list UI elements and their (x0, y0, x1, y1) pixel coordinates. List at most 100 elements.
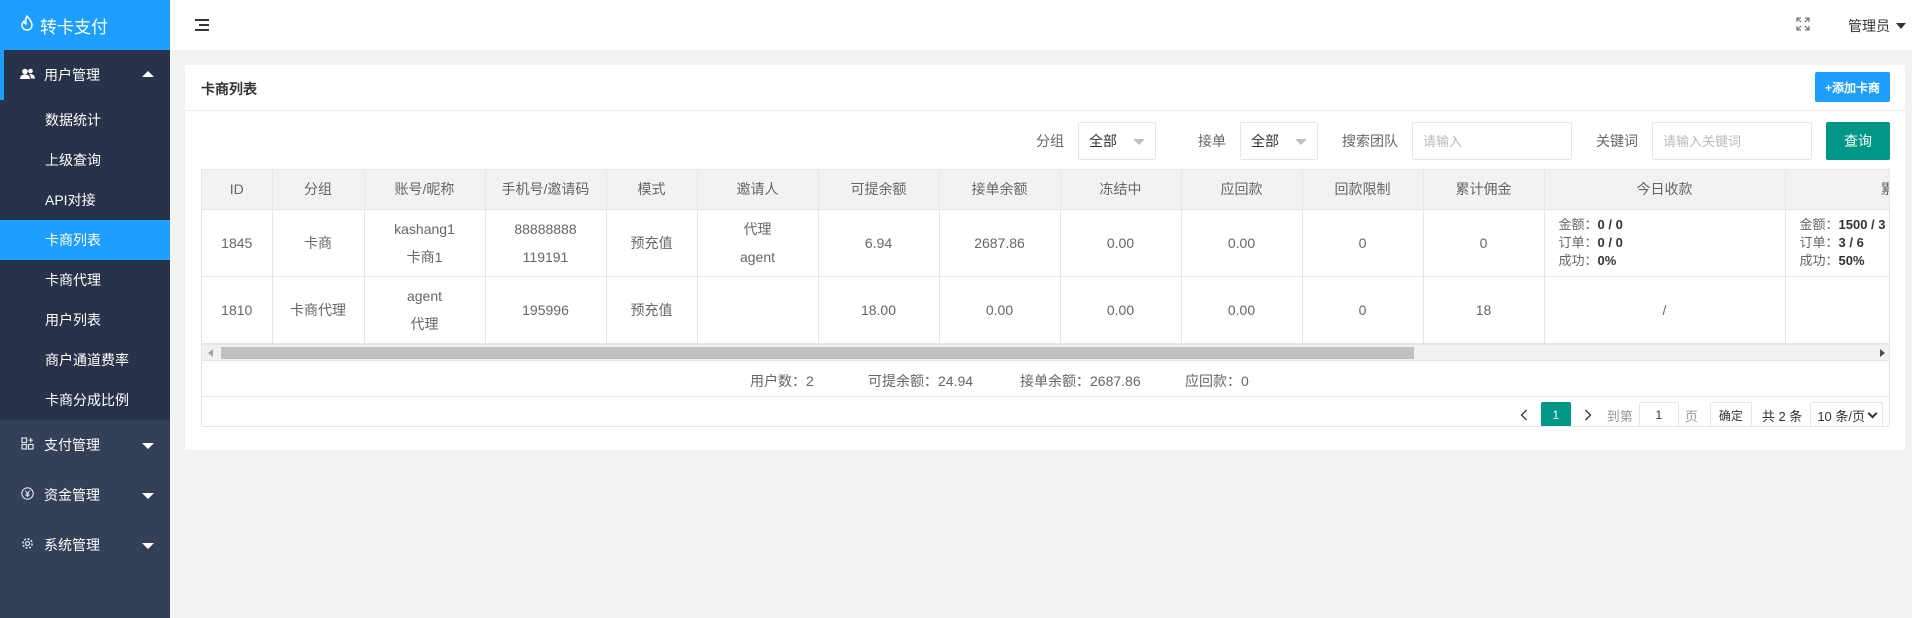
goto-label: 到第 (1606, 408, 1633, 424)
cell-today-collection: 金额：0 / 0 订单：0 / 0 成功：0% (1544, 209, 1786, 277)
stat-label: 金额： (1799, 216, 1839, 232)
menu-payment-management[interactable]: 支付管理 (0, 420, 170, 470)
data-table: ID 分组 账号/昵称 手机号/邀请码 模式 邀请人 可提余额 接单余额 冻结中… (201, 169, 1890, 427)
chevron-down-icon (1867, 408, 1878, 418)
page-size-value: 10 条/页 (1817, 408, 1865, 424)
group-filter-label: 分组 (1036, 133, 1064, 149)
divider (185, 110, 1905, 111)
inviter-sub: agent (739, 248, 776, 265)
col-header: 冻结中 (1060, 170, 1182, 210)
col-header: 回款限制 (1302, 170, 1424, 210)
stat-amount: 0 / 0 (1597, 216, 1623, 232)
stat-success: 0% (1597, 252, 1617, 268)
menu-label: 系统管理 (44, 537, 100, 553)
logo[interactable]: 转卡支付 (0, 0, 170, 50)
col-header: 账号/昵称 (364, 170, 486, 210)
invite-code: 119191 (522, 248, 569, 265)
keyword-input[interactable] (1652, 122, 1812, 160)
order-filter-label: 接单 (1198, 133, 1226, 149)
sidebar-item-card-merchant-list[interactable]: 卡商列表 (0, 220, 170, 260)
goto-confirm-button[interactable]: 确定 (1709, 402, 1752, 426)
scroll-left-icon[interactable] (208, 349, 213, 357)
total-count: 共 2 条 (1761, 408, 1803, 424)
group-select[interactable]: 全部 (1078, 122, 1156, 160)
pagination: 1 到第 页 确定 共 2 条 10 条/页 (1511, 402, 1889, 426)
menu-toggle-icon[interactable] (195, 18, 211, 32)
sidebar-item-share-ratio[interactable]: 卡商分成比例 (0, 380, 170, 420)
summary-order-balance: 接单余额：2687.86 (1020, 373, 1141, 389)
page-title: 卡商列表 (201, 81, 257, 97)
cell-withdrawable: 6.94 (818, 209, 940, 277)
col-header: 可提余额 (818, 170, 940, 210)
inviter: 代理 (743, 220, 772, 237)
cell-order-balance: 0.00 (939, 276, 1061, 344)
scroll-right-icon[interactable] (1880, 349, 1885, 357)
cell-inviter (697, 276, 819, 344)
caret-up-icon (142, 71, 154, 77)
menu-label: 支付管理 (44, 437, 100, 453)
keyword-filter-label: 关键词 (1596, 133, 1638, 149)
stat-label: 成功： (1558, 252, 1598, 268)
cell-receivable: 0.00 (1181, 276, 1303, 344)
team-filter-label: 搜索团队 (1342, 133, 1398, 149)
summary-receivable: 应回款：0 (1185, 373, 1249, 389)
account: agent (406, 287, 443, 304)
next-page-icon[interactable] (1575, 402, 1601, 426)
summary-withdrawable: 可提余额：24.94 (868, 373, 974, 389)
sidebar-item-data-stats[interactable]: 数据统计 (0, 100, 170, 140)
team-search-input[interactable] (1412, 122, 1572, 160)
table-summary: 用户数：2 可提余额：24.94 接单余额：2687.86 应回款：0 (202, 361, 1889, 397)
col-header: 累 (1785, 170, 1889, 210)
page-unit-label: 页 (1684, 408, 1698, 424)
cell-inviter: 代理 agent (697, 209, 819, 277)
prev-page-icon[interactable] (1511, 402, 1537, 426)
stat-label: 金额： (1558, 216, 1598, 232)
dropdown-arrow-icon (1896, 23, 1906, 29)
cell-total-collection: 金额：1500 / 3 订单：3 / 6 成功：50% (1785, 209, 1889, 277)
phone: 88888888 (514, 220, 577, 237)
username: 管理员 (1848, 18, 1890, 34)
submenu-user-management: 数据统计 上级查询 API对接 卡商列表 卡商代理 用户列表 商户通道费率 卡商… (0, 100, 170, 420)
table-scroll-area: ID 分组 账号/昵称 手机号/邀请码 模式 邀请人 可提余额 接单余额 冻结中… (202, 170, 1889, 344)
sidebar-item-channel-rate[interactable]: 商户通道费率 (0, 340, 170, 380)
query-button[interactable]: 查询 (1826, 122, 1890, 160)
sidebar-item-user-list[interactable]: 用户列表 (0, 300, 170, 340)
cell-order-balance: 2687.86 (939, 209, 1061, 277)
col-header: 今日收款 (1544, 170, 1786, 210)
horizontal-scrollbar[interactable] (202, 344, 1889, 361)
user-menu[interactable]: 管理员 (1848, 16, 1906, 36)
page-size-select[interactable]: 10 条/页 (1810, 402, 1883, 426)
app-title: 转卡支付 (40, 17, 108, 37)
caret-down-icon (142, 493, 154, 499)
sidebar-item-api[interactable]: API对接 (0, 180, 170, 220)
col-header: 累计佣金 (1423, 170, 1545, 210)
cell-limit: 0 (1302, 209, 1424, 277)
order-select[interactable]: 全部 (1240, 122, 1318, 160)
caret-down-icon (142, 443, 154, 449)
scrollbar-thumb[interactable] (221, 347, 1414, 359)
menu-system-management[interactable]: 系统管理 (0, 520, 170, 570)
current-page[interactable]: 1 (1540, 402, 1571, 426)
filter-bar: 分组 全部 接单 全部 搜索团队 关键词 查询 (1036, 122, 1890, 160)
menu-label: 用户管理 (44, 67, 100, 83)
stat-orders: 0 / 0 (1597, 234, 1623, 250)
add-card-merchant-button[interactable]: +添加卡商 (1814, 72, 1890, 102)
select-arrow-icon (1133, 139, 1145, 145)
sidebar: 转卡支付 用户管理 数据统计 上级查询 API对接 卡商列表 卡商代理 用户列表… (0, 0, 170, 618)
cell-mode: 预充值 (606, 209, 698, 277)
goto-page-input[interactable] (1638, 402, 1679, 426)
sidebar-item-card-merchant-agent[interactable]: 卡商代理 (0, 260, 170, 300)
cell-group: 卡商代理 (272, 276, 365, 344)
payment-icon (20, 437, 34, 453)
fullscreen-icon[interactable] (1796, 17, 1810, 31)
nickname: 卡商1 (406, 248, 443, 265)
menu-user-management[interactable]: 用户管理 (0, 50, 170, 100)
stat-orders: 3 / 6 (1838, 234, 1864, 250)
order-select-value: 全部 (1251, 133, 1279, 149)
sidebar-item-superior-query[interactable]: 上级查询 (0, 140, 170, 180)
table-row[interactable]: 1810 卡商代理 agent 代理 195996 预充值 18.00 0.00 … (202, 276, 1889, 344)
stat-label: 成功： (1799, 252, 1839, 268)
menu-fund-management[interactable]: 资金管理 (0, 470, 170, 520)
table-row[interactable]: 1845 卡商 kashang1 卡商1 88888888 119191 预充值 代… (202, 209, 1889, 277)
top-header: 管理员 (170, 0, 1912, 50)
